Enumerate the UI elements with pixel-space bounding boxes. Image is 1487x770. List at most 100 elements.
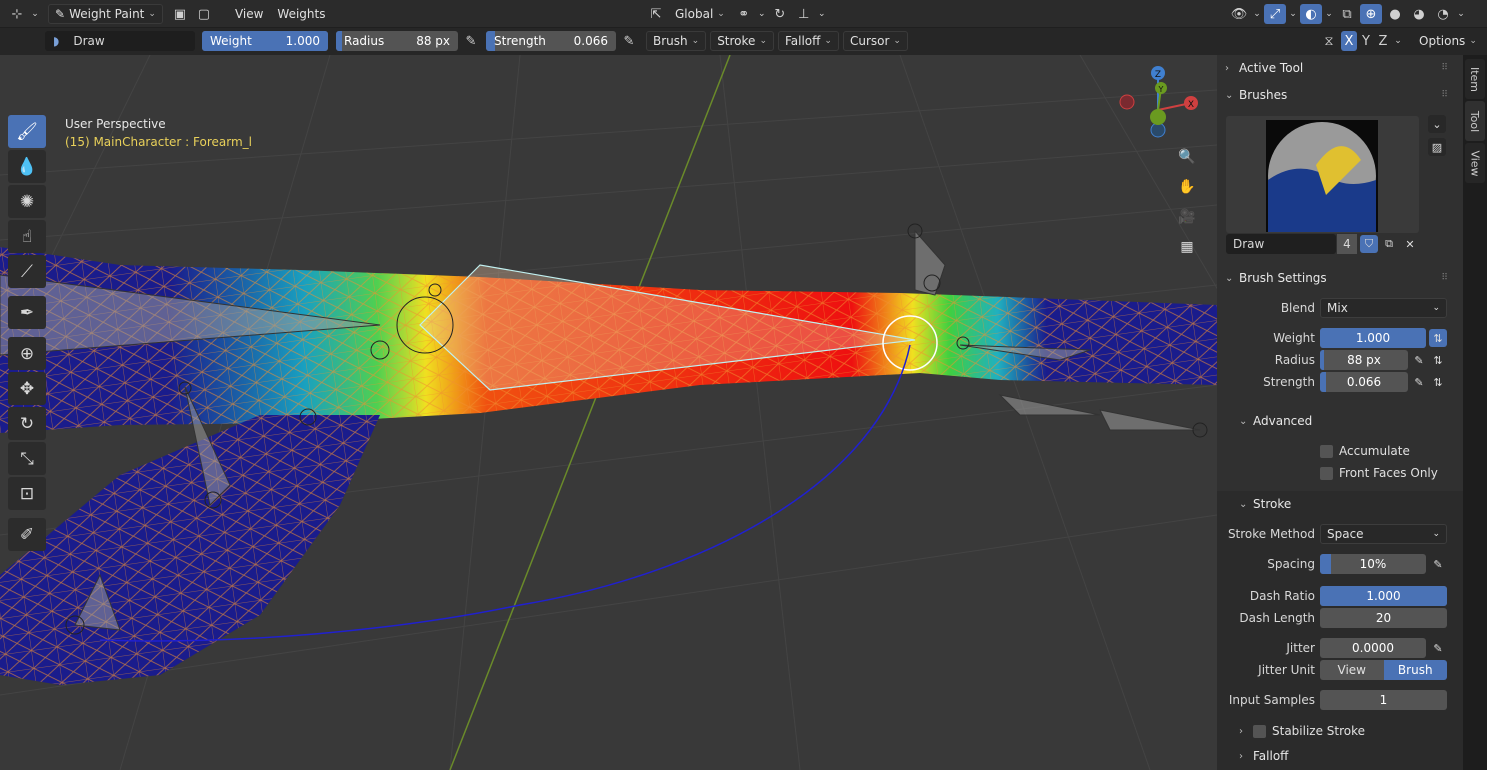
chevron-down-icon[interactable]: ⌄ [757,4,767,24]
brush-menu[interactable]: Brush ⌄ [646,31,707,51]
duplicate-icon[interactable]: ⧉ [1380,235,1398,253]
grip-icon[interactable]: ⠿ [1441,63,1448,73]
pressure-icon[interactable]: ✎ [1429,555,1447,573]
pivot-icon[interactable]: ⚭ [733,4,755,24]
axis-z-toggle[interactable]: Z [1375,31,1391,51]
spacing-field[interactable]: 10% [1320,554,1426,574]
accumulate-checkbox[interactable]: Accumulate [1320,444,1410,458]
pressure-icon[interactable]: ✎ [618,31,640,51]
transform-orientation-icon[interactable]: ⇱ [645,4,667,24]
unified-radius-icon[interactable]: ⇅ [1429,351,1447,369]
unified-weight-icon[interactable]: ⇅ [1429,329,1447,347]
jitter-unit-view[interactable]: View [1320,660,1384,680]
move-tool[interactable]: ✥ [8,372,46,405]
pressure-icon[interactable]: ✎ [1410,373,1428,391]
brush-selector[interactable]: ◗ Draw [45,31,195,51]
chevron-down-icon[interactable]: ⌄ [1324,4,1334,24]
scale-tool[interactable]: ⤡ [8,442,46,475]
stroke-method-dropdown[interactable]: Space ⌄ [1320,524,1447,544]
brush-name-field[interactable]: Draw [1226,234,1336,254]
radius-field[interactable]: 88 px [1320,350,1408,370]
transform-tool[interactable]: ⊡ [8,477,46,510]
axis-x-toggle[interactable]: X [1341,31,1357,51]
chevron-down-icon[interactable]: ⌄ [817,4,827,24]
chevron-down-icon[interactable]: ⌄ [30,4,40,24]
tab-tool[interactable]: Tool [1465,101,1485,141]
active-tool-header[interactable]: › Active Tool ⠿ [1225,57,1457,79]
chevron-down-icon[interactable]: ⌄ [1428,115,1446,133]
average-tool[interactable]: ✺ [8,185,46,218]
radius-slider[interactable]: Radius 88 px [336,31,458,51]
blur-tool[interactable]: 💧 [8,150,46,183]
snap-icon[interactable]: ↻ [769,4,791,24]
options-menu[interactable]: Options ⌄ [1413,31,1483,51]
xray-icon[interactable]: ⧉ [1336,4,1358,24]
snap-increment-icon[interactable]: ⊥ [793,4,815,24]
ortho-grid-icon[interactable]: ▦ [1174,234,1200,260]
falloff-header[interactable]: › Falloff [1239,745,1471,767]
camera-icon[interactable]: 🎥 [1174,204,1200,230]
input-samples-field[interactable]: 1 [1320,690,1447,710]
solid-shading-icon[interactable]: ● [1384,4,1406,24]
cursor-menu[interactable]: Cursor ⌄ [842,31,908,51]
grip-icon[interactable]: ⠿ [1441,273,1448,283]
mode-dropdown[interactable]: ✎ Weight Paint ⌄ [48,4,163,24]
rendered-shading-icon[interactable]: ◔ [1432,4,1454,24]
pressure-icon[interactable]: ✎ [1429,639,1447,657]
weight-slider[interactable]: Weight 1.000 [202,31,328,51]
advanced-header[interactable]: ⌄ Advanced [1239,410,1471,432]
falloff-menu[interactable]: Falloff ⌄ [777,31,839,51]
jitter-field[interactable]: 0.0000 [1320,638,1426,658]
cursor-tool[interactable]: ⊕ [8,337,46,370]
pan-hand-icon[interactable]: ✋ [1174,174,1200,200]
strength-slider[interactable]: Strength 0.066 [486,31,616,51]
overlays-icon[interactable]: ◐ [1300,4,1322,24]
front-faces-only-checkbox[interactable]: Front Faces Only [1320,466,1438,480]
stroke-header[interactable]: ⌄ Stroke [1239,493,1471,515]
stabilize-stroke-checkbox[interactable]: Stabilize Stroke [1253,724,1365,738]
dash-ratio-field[interactable]: 1.000 [1320,586,1447,606]
chevron-down-icon[interactable]: ⌄ [1252,4,1262,24]
pressure-icon[interactable]: ✎ [1410,351,1428,369]
stabilize-stroke-header[interactable]: › Stabilize Stroke [1239,720,1471,742]
smear-tool[interactable]: ☝ [8,220,46,253]
rotate-tool[interactable]: ↻ [8,407,46,440]
weight-field[interactable]: 1.000 [1320,328,1426,348]
axis-y-toggle[interactable]: Y [1358,31,1374,51]
visibility-icon[interactable]: 👁 [1228,4,1250,24]
chevron-down-icon[interactable]: ⌄ [1392,31,1404,51]
grip-icon[interactable]: ⠿ [1441,90,1448,100]
chevron-down-icon[interactable]: ⌄ [1456,4,1466,24]
menu-weights[interactable]: Weights [271,4,331,24]
sample-weight-tool[interactable]: ✒ [8,296,46,329]
unified-strength-icon[interactable]: ⇅ [1429,373,1447,391]
jitter-unit-brush[interactable]: Brush [1383,660,1447,680]
image-icon[interactable]: ▨ [1428,138,1446,156]
orientation-dropdown[interactable]: Global ⌄ [669,4,731,24]
pressure-icon[interactable]: ✎ [460,31,482,51]
tab-item[interactable]: Item [1465,59,1485,99]
mask-paint-icon[interactable]: ▣ [169,4,191,24]
mask-vertex-icon[interactable]: ▢ [193,4,215,24]
wireframe-shading-icon[interactable]: ⊕ [1360,4,1382,24]
zoom-icon[interactable]: 🔍 [1174,144,1200,170]
navigation-gizmo[interactable]: X Z Y [1110,63,1200,143]
strength-field[interactable]: 0.066 [1320,372,1408,392]
editor-type-icon[interactable]: ⊹ [6,4,28,24]
close-icon[interactable]: ✕ [1401,235,1419,253]
gradient-tool[interactable]: ⟋ [8,255,46,288]
brushes-header[interactable]: ⌄ Brushes ⠿ [1225,84,1457,106]
gizmo-icon[interactable]: ⤢ [1264,4,1286,24]
brush-settings-header[interactable]: ⌄ Brush Settings ⠿ [1225,267,1457,289]
material-shading-icon[interactable]: ◕ [1408,4,1430,24]
draw-tool[interactable]: 🖌 [8,115,46,148]
stroke-menu[interactable]: Stroke ⌄ [710,31,774,51]
annotate-tool[interactable]: ✐ [8,518,46,551]
brush-preview-box[interactable] [1226,116,1419,233]
brush-users[interactable]: 4 [1337,234,1357,254]
3d-viewport[interactable]: 🖌 💧 ✺ ☝ ⟋ ✒ ⊕ ✥ ↻ ⤡ ⊡ ✐ User Perspective… [0,55,1217,770]
menu-view[interactable]: View [229,4,269,24]
chevron-down-icon[interactable]: ⌄ [1288,4,1298,24]
blend-dropdown[interactable]: Mix ⌄ [1320,298,1447,318]
tab-view[interactable]: View [1465,143,1485,183]
